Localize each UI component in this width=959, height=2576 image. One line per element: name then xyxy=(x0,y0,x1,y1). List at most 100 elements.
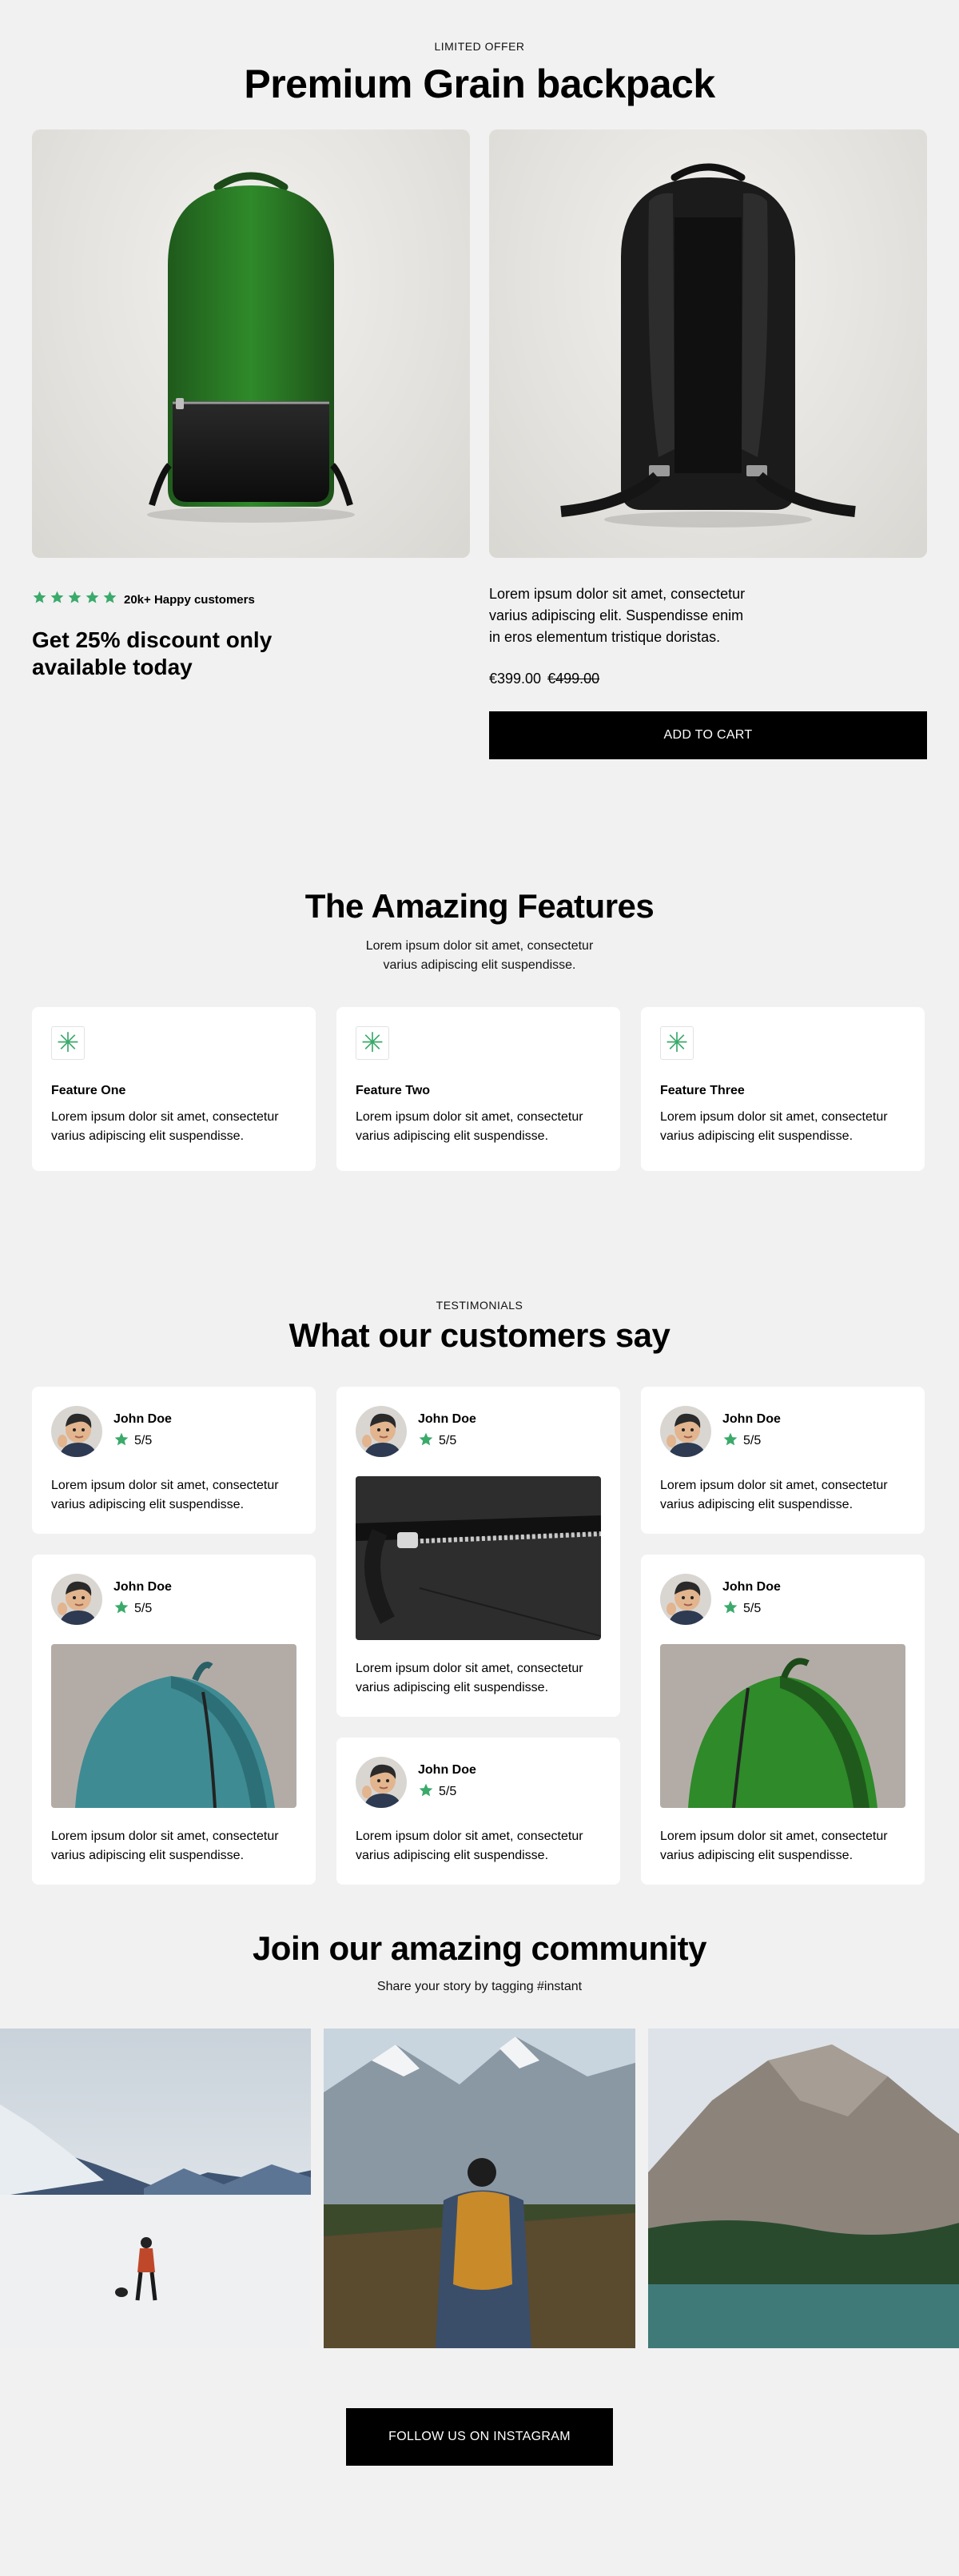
feature-card: ✳ Feature One Lorem ipsum dolor sit amet… xyxy=(32,1007,316,1171)
product-image-back[interactable] xyxy=(489,129,927,558)
rating-value: 5/5 xyxy=(134,1434,153,1447)
testimonial-column: John Doe 5/5 Lorem ipsum dolor sit amet,… xyxy=(641,1387,925,1885)
star-icon xyxy=(418,1431,434,1451)
star-icon xyxy=(418,1782,434,1802)
gallery-photo-mountain-lake[interactable] xyxy=(647,2029,959,2348)
testimonial-card: John Doe 5/5 Lorem ipsum dolor sit amet,… xyxy=(336,1387,620,1717)
rating-value: 5/5 xyxy=(439,1434,457,1447)
follow-wrap: FOLLOW US ON INSTAGRAM xyxy=(0,2408,959,2466)
feature-text: Lorem ipsum dolor sit amet, consectetur … xyxy=(660,1110,888,1143)
avatar xyxy=(51,1406,102,1457)
reviewer-rating: 5/5 xyxy=(722,1431,781,1451)
star-icon xyxy=(113,1599,129,1619)
feature-card: ✳ Feature Three Lorem ipsum dolor sit am… xyxy=(641,1007,925,1171)
features-subtitle: Lorem ipsum dolor sit amet, consectetur … xyxy=(365,939,594,972)
testimonials-section: TESTIMONIALS What our customers say John… xyxy=(0,1299,959,1885)
star-icon xyxy=(85,590,100,609)
follow-instagram-button[interactable]: FOLLOW US ON INSTAGRAM xyxy=(346,2408,613,2466)
testimonials-title: What our customers say xyxy=(288,1316,671,1354)
feature-card: ✳ Feature Two Lorem ipsum dolor sit amet… xyxy=(336,1007,620,1171)
testimonial-header: John Doe 5/5 xyxy=(51,1574,296,1625)
green-backpack-photo xyxy=(660,1644,905,1808)
feature-title: Feature Two xyxy=(356,1084,431,1097)
reviewer-name: John Doe xyxy=(113,1579,172,1594)
reviewer-rating: 5/5 xyxy=(418,1431,476,1451)
hero-eyebrow: LIMITED OFFER xyxy=(434,40,525,53)
testimonial-card: John Doe 5/5 Lorem ipsum dolor sit amet,… xyxy=(32,1387,316,1534)
community-title: Join our amazing community xyxy=(252,1929,707,1967)
testimonial-card: John Doe 5/5 Lorem ipsum dolor sit amet,… xyxy=(641,1555,925,1885)
price-row: €399.00 €499.00 xyxy=(489,671,927,687)
rating-stars xyxy=(32,590,117,609)
testimonial-header: John Doe 5/5 xyxy=(51,1406,296,1457)
testimonial-text: Lorem ipsum dolor sit amet, consectetur … xyxy=(51,1829,279,1862)
product-info-left: 20k+ Happy customers Get 25% discount on… xyxy=(32,590,470,759)
features-section: The Amazing Features Lorem ipsum dolor s… xyxy=(0,887,959,1171)
add-to-cart-button[interactable]: ADD TO CART xyxy=(489,711,927,759)
avatar xyxy=(356,1406,407,1457)
testimonial-text: Lorem ipsum dolor sit amet, consectetur … xyxy=(51,1479,279,1511)
feature-cards: ✳ Feature One Lorem ipsum dolor sit amet… xyxy=(0,1007,959,1171)
leather-zipper-photo xyxy=(356,1476,601,1640)
reviewer-name: John Doe xyxy=(722,1411,781,1426)
star-icon xyxy=(722,1599,738,1619)
star-icon xyxy=(50,590,65,609)
feature-title: Feature Three xyxy=(660,1084,745,1097)
teal-backpack-photo xyxy=(51,1644,296,1808)
avatar xyxy=(356,1757,407,1808)
rating-value: 5/5 xyxy=(134,1602,153,1615)
community-subtitle: Share your story by tagging #instant xyxy=(376,1980,583,1993)
star-icon xyxy=(113,1431,129,1451)
rating-value: 5/5 xyxy=(743,1434,762,1447)
testimonial-text: Lorem ipsum dolor sit amet, consectetur … xyxy=(660,1829,888,1862)
asterisk-icon: ✳ xyxy=(660,1026,694,1060)
rating-text: 20k+ Happy customers xyxy=(124,592,255,607)
testimonials-eyebrow: TESTIMONIALS xyxy=(436,1299,523,1312)
community-section: Join our amazing community Share your st… xyxy=(0,1929,959,2466)
avatar xyxy=(51,1574,102,1625)
testimonial-header: John Doe 5/5 xyxy=(660,1406,905,1457)
reviewer-name: John Doe xyxy=(722,1579,781,1594)
asterisk-icon: ✳ xyxy=(51,1026,85,1060)
feature-title: Feature One xyxy=(51,1084,126,1097)
reviewer-name: John Doe xyxy=(418,1411,476,1426)
testimonial-text: Lorem ipsum dolor sit amet, consectetur … xyxy=(660,1479,888,1511)
star-icon xyxy=(32,590,47,609)
feature-text: Lorem ipsum dolor sit amet, consectetur … xyxy=(51,1110,279,1143)
reviewer-rating: 5/5 xyxy=(418,1782,476,1802)
avatar xyxy=(660,1406,711,1457)
reviewer-name: John Doe xyxy=(113,1411,172,1426)
testimonial-header: John Doe 5/5 xyxy=(660,1574,905,1625)
reviewer-rating: 5/5 xyxy=(113,1599,172,1619)
testimonial-header: John Doe 5/5 xyxy=(356,1406,601,1457)
community-gallery xyxy=(0,2029,959,2348)
hero-section: LIMITED OFFER Premium Grain backpack xyxy=(0,0,959,107)
product-description: Lorem ipsum dolor sit amet, consectetur … xyxy=(489,586,746,645)
star-icon xyxy=(67,590,82,609)
gallery-photo-mountain-backpacker[interactable] xyxy=(324,2029,635,2348)
product-image-front[interactable] xyxy=(32,129,470,558)
testimonial-column: John Doe 5/5 Lorem ipsum dolor sit amet,… xyxy=(32,1387,316,1885)
testimonial-text: Lorem ipsum dolor sit amet, consectetur … xyxy=(356,1829,583,1862)
reviewer-rating: 5/5 xyxy=(113,1431,172,1451)
page-title: Premium Grain backpack xyxy=(244,62,715,106)
rating-value: 5/5 xyxy=(743,1602,762,1615)
rating-row: 20k+ Happy customers xyxy=(32,590,470,609)
rating-value: 5/5 xyxy=(439,1785,457,1798)
features-title: The Amazing Features xyxy=(304,887,655,925)
testimonial-column: John Doe 5/5 Lorem ipsum dolor sit amet,… xyxy=(336,1387,620,1885)
discount-text: Get 25% discount only available today xyxy=(32,627,273,679)
star-icon xyxy=(722,1431,738,1451)
product-info: 20k+ Happy customers Get 25% discount on… xyxy=(0,586,959,759)
testimonials-grid: John Doe 5/5 Lorem ipsum dolor sit amet,… xyxy=(0,1387,959,1885)
feature-text: Lorem ipsum dolor sit amet, consectetur … xyxy=(356,1110,583,1143)
avatar xyxy=(660,1574,711,1625)
gallery-photo-snow-hike[interactable] xyxy=(0,2029,312,2348)
reviewer-name: John Doe xyxy=(418,1762,476,1777)
product-gallery xyxy=(0,129,959,558)
reviewer-rating: 5/5 xyxy=(722,1599,781,1619)
asterisk-icon: ✳ xyxy=(356,1026,389,1060)
testimonial-card: John Doe 5/5 Lorem ipsum dolor sit amet,… xyxy=(641,1387,925,1534)
testimonial-card: John Doe 5/5 Lorem ipsum dolor sit amet,… xyxy=(336,1738,620,1885)
star-icon xyxy=(102,590,117,609)
